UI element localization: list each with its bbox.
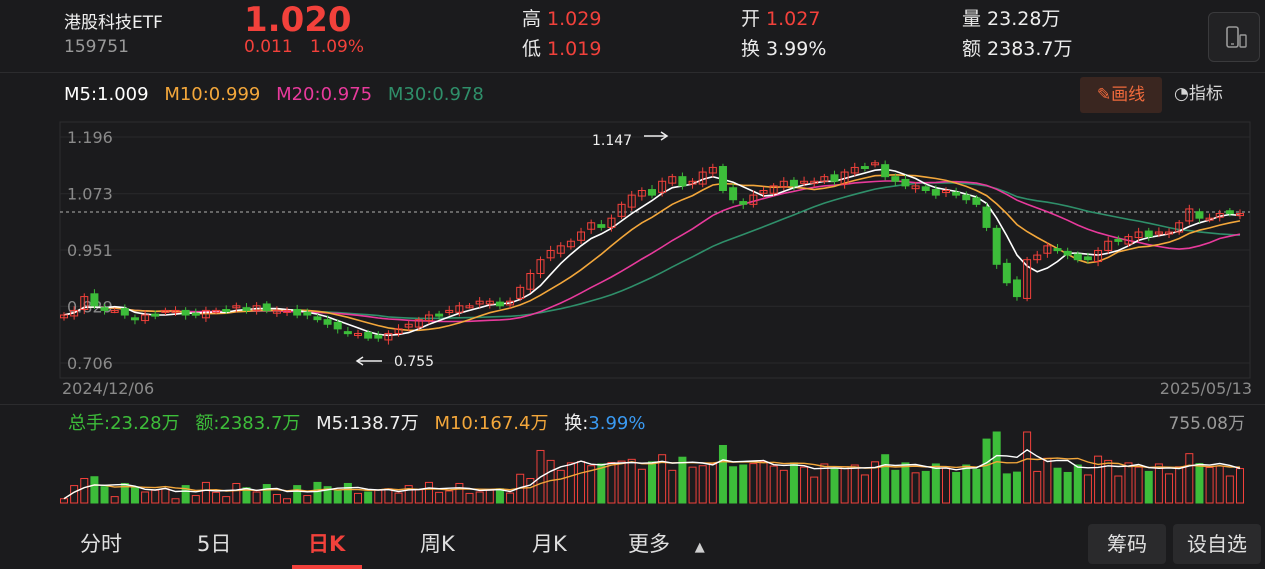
chart-grid: [60, 136, 1250, 364]
candle-down: [303, 311, 312, 316]
active-tab-indicator: [292, 565, 362, 569]
candle-down: [242, 307, 251, 311]
end-date: 2025/05/13: [1160, 379, 1252, 398]
volume-legend: 总手:23.28万 额:2383.7万 M5:138.7万 M10:167.4万…: [68, 409, 655, 435]
period-tab-bar: 分时 5日 日K 周K 月K 更多 ▲ 筹码 设自选: [0, 518, 1265, 569]
candle-down: [1073, 253, 1082, 261]
candle-down: [931, 189, 940, 196]
candle-down: [982, 206, 991, 228]
tab-monthly-k[interactable]: 月K: [532, 528, 567, 558]
candle-down: [860, 166, 869, 170]
candle-down: [962, 194, 971, 201]
candle-down: [1053, 248, 1062, 252]
candle-down: [1002, 262, 1011, 284]
candle-down: [1144, 230, 1153, 238]
tab-5day[interactable]: 5日: [197, 528, 231, 558]
candle-down: [972, 197, 981, 205]
volume-max: 755.08万: [1168, 414, 1245, 434]
candle-down: [495, 301, 504, 307]
tab-daily-k[interactable]: 日K: [308, 528, 345, 558]
candle-down: [90, 293, 99, 307]
y-tick-label: 0.706: [67, 354, 113, 373]
candle-down: [151, 313, 160, 317]
candle-down: [992, 227, 1001, 265]
low-arrow-icon: [355, 356, 382, 366]
candle-down: [718, 166, 727, 192]
candle-down: [1225, 210, 1234, 215]
volume-amount: 额:2383.7万: [195, 413, 301, 434]
candle-down: [323, 319, 332, 325]
candle-down: [891, 176, 900, 182]
candle-down: [364, 332, 373, 339]
triangle-up-icon: ▲: [694, 540, 705, 555]
candle-down: [262, 303, 271, 311]
tab-intraday[interactable]: 分时: [80, 528, 122, 558]
start-date: 2024/12/06: [62, 379, 154, 398]
tab-more[interactable]: 更多 ▲: [628, 528, 705, 558]
candle-down: [1063, 250, 1072, 256]
turnover-rate: 3.99%: [588, 413, 646, 434]
high-arrow-icon: [644, 131, 669, 141]
high-annotation: 1.147: [592, 133, 632, 149]
candle-down: [100, 307, 109, 311]
candle-down: [191, 312, 200, 316]
candle-down: [313, 316, 322, 321]
volume-total: 总手:23.28万: [68, 413, 180, 434]
ma30-line: [63, 182, 1241, 320]
chips-button[interactable]: 筹码: [1088, 524, 1166, 564]
tab-weekly-k[interactable]: 周K: [420, 528, 455, 558]
candle-down: [181, 309, 190, 316]
candle-down: [435, 313, 444, 317]
candle-down: [1083, 256, 1092, 261]
candle-down: [789, 179, 798, 187]
candle-down: [120, 308, 129, 316]
low-annotation: 0.755: [394, 354, 434, 370]
y-tick-label: 0.951: [67, 241, 113, 260]
candle-down: [1012, 279, 1021, 298]
volume-ma5: M5:138.7万: [316, 413, 419, 434]
y-tick-label: 1.196: [67, 128, 113, 147]
candle-down: [222, 308, 231, 312]
candle-down: [374, 334, 383, 339]
candle-down: [830, 174, 839, 182]
candle-down: [333, 321, 342, 330]
y-axis: 1.1961.0730.9510.8290.706: [67, 128, 113, 373]
candle-down: [678, 176, 687, 187]
candle-down: [1195, 211, 1204, 219]
volume-ma10: M10:167.4万: [434, 413, 549, 434]
candle-down: [343, 331, 352, 335]
candle-down: [921, 186, 930, 192]
candle-down: [293, 308, 302, 316]
candle-down: [739, 201, 748, 205]
candle-down: [1114, 238, 1123, 242]
turnover-label: 换:: [564, 413, 589, 434]
y-tick-label: 1.073: [67, 185, 113, 204]
candle-down: [130, 317, 139, 321]
candle-down: [729, 187, 738, 201]
candle-down: [952, 191, 961, 196]
add-watchlist-button[interactable]: 设自选: [1173, 524, 1261, 564]
candle-down: [901, 178, 910, 187]
candle-down: [597, 224, 606, 228]
kline-chart[interactable]: 1.1961.0730.9510.8290.706 1.147 0.755 20…: [0, 0, 1265, 520]
divider: [0, 404, 1265, 405]
candle-down: [881, 164, 890, 178]
candle-down: [648, 189, 656, 196]
